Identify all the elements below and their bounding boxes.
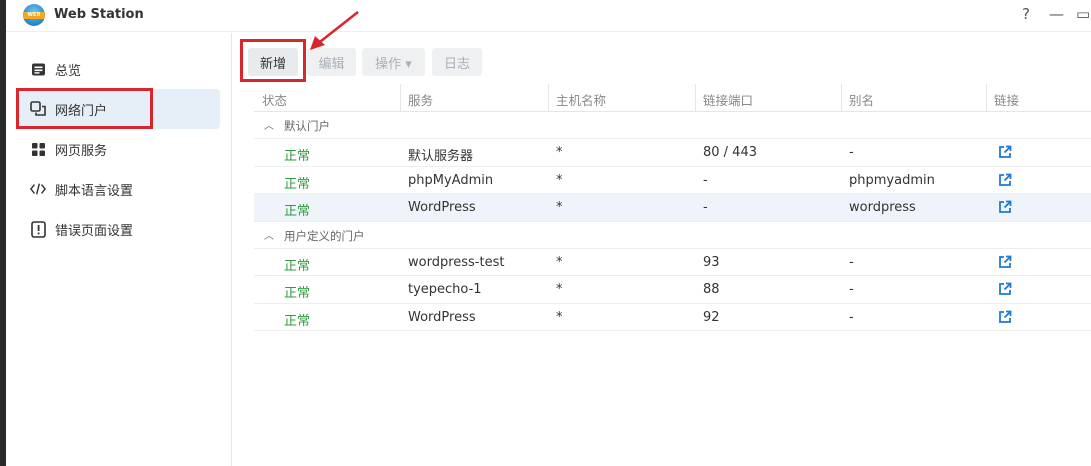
- table-row[interactable]: 正常 wordpress-test * 93 -: [254, 249, 1091, 276]
- sidebar-item-script-language[interactable]: 脚本语言设置: [16, 169, 220, 209]
- service-name: wordpress-test: [408, 254, 505, 270]
- port-value: 93: [703, 254, 720, 270]
- host-name: *: [556, 172, 563, 188]
- host-name: *: [556, 145, 563, 160]
- table-header: 状态 服务 主机名称 链接端口 别名 链接: [254, 84, 1091, 112]
- port-value: -: [703, 172, 708, 188]
- chevron-up-icon[interactable]: ︿: [264, 227, 274, 242]
- log-button[interactable]: 日志: [432, 48, 482, 76]
- column-divider: [695, 84, 696, 112]
- group-header-user-defined-portal[interactable]: ︿ 用户定义的门户: [254, 222, 1091, 249]
- group-title: 用户定义的门户: [284, 228, 365, 243]
- maximize-button[interactable]: ▭: [1076, 5, 1090, 23]
- services-icon: [30, 141, 46, 157]
- host-name: *: [556, 282, 563, 297]
- status-text: 正常: [284, 258, 311, 274]
- alias-value: -: [849, 282, 854, 297]
- annotation-arrow-icon: [310, 11, 359, 50]
- table-row[interactable]: 正常 tyepecho-1 * 88 -: [254, 276, 1091, 304]
- sidebar-item-label: 错误页面设置: [55, 223, 134, 239]
- service-name: phpMyAdmin: [408, 172, 494, 188]
- web-station-window: WEB Web Station ? — ▭ 总览 网络门户 网页服务 脚本语言设…: [6, 0, 1091, 466]
- web-station-logo-icon: WEB: [23, 4, 45, 26]
- host-name: *: [556, 309, 563, 325]
- sidebar-item-label: 脚本语言设置: [55, 183, 134, 199]
- help-button[interactable]: ?: [1022, 5, 1030, 23]
- status-text: 正常: [284, 204, 311, 219]
- action-dropdown-button[interactable]: 操作 ▾: [362, 48, 425, 76]
- column-header-port[interactable]: 链接端口: [703, 90, 753, 109]
- sidebar-item-overview[interactable]: 总览: [16, 49, 220, 89]
- port-value: 88: [703, 282, 720, 297]
- column-header-status[interactable]: 状态: [262, 90, 287, 109]
- external-link-icon[interactable]: [998, 310, 1012, 324]
- group-header-default-portal[interactable]: ︿ 默认门户: [254, 112, 1091, 139]
- app-title: Web Station: [54, 7, 144, 22]
- host-name: *: [556, 254, 563, 270]
- column-header-hostname[interactable]: 主机名称: [556, 90, 606, 109]
- alias-value: -: [849, 309, 854, 325]
- overview-icon: [30, 61, 46, 77]
- external-link-icon[interactable]: [998, 255, 1012, 269]
- table-row[interactable]: 正常 phpMyAdmin * - phpmyadmin: [254, 167, 1091, 194]
- external-link-icon[interactable]: [998, 282, 1012, 296]
- column-header-link[interactable]: 链接: [994, 90, 1019, 109]
- column-divider: [400, 84, 401, 112]
- annotation-highlight-create: [240, 39, 306, 82]
- sidebar-item-label: 总览: [55, 63, 82, 79]
- code-icon: [30, 181, 46, 197]
- column-header-service[interactable]: 服务: [408, 90, 433, 109]
- portal-table: 状态 服务 主机名称 链接端口 别名 链接 ︿ 默认门户 正常 默认服务器 * …: [254, 84, 1091, 331]
- port-value: 92: [703, 309, 720, 325]
- table-row[interactable]: 正常 默认服务器 * 80 / 443 -: [254, 139, 1091, 167]
- error-icon: [30, 220, 46, 238]
- alias-value: phpmyadmin: [849, 172, 935, 188]
- column-header-alias[interactable]: 别名: [849, 90, 874, 109]
- service-name: tyepecho-1: [408, 282, 482, 297]
- alias-value: -: [849, 145, 854, 160]
- annotation-highlight-portal: [16, 88, 153, 129]
- external-link-icon[interactable]: [998, 200, 1012, 214]
- status-text: 正常: [284, 149, 311, 164]
- title-bar: WEB Web Station ? — ▭: [6, 0, 1091, 32]
- sidebar-item-web-services[interactable]: 网页服务: [16, 129, 220, 169]
- table-row[interactable]: 正常 WordPress * - wordpress: [254, 194, 1091, 222]
- chevron-up-icon[interactable]: ︿: [264, 117, 274, 132]
- alias-value: -: [849, 254, 854, 270]
- column-divider: [841, 84, 842, 112]
- port-value: -: [703, 200, 708, 215]
- minimize-button[interactable]: —: [1049, 5, 1064, 23]
- sidebar-item-label: 网页服务: [55, 143, 108, 159]
- status-text: 正常: [284, 286, 311, 301]
- service-name: 默认服务器: [408, 149, 474, 164]
- status-text: 正常: [284, 176, 311, 192]
- edit-button[interactable]: 编辑: [307, 48, 356, 76]
- table-row[interactable]: 正常 WordPress * 92 -: [254, 304, 1091, 331]
- external-link-icon[interactable]: [998, 145, 1012, 159]
- host-name: *: [556, 200, 563, 215]
- column-divider: [548, 84, 549, 112]
- service-name: WordPress: [408, 200, 476, 215]
- alias-value: wordpress: [849, 200, 916, 215]
- port-value: 80 / 443: [703, 145, 757, 160]
- external-link-icon[interactable]: [998, 173, 1012, 187]
- status-text: 正常: [284, 313, 311, 329]
- group-title: 默认门户: [284, 119, 330, 133]
- column-divider: [986, 84, 987, 112]
- service-name: WordPress: [408, 309, 476, 325]
- sidebar-item-error-pages[interactable]: 错误页面设置: [16, 209, 220, 249]
